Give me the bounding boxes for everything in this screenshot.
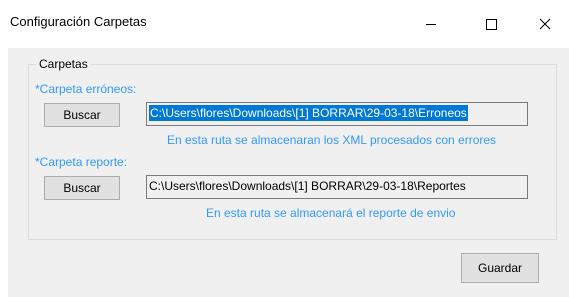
errors-path-field[interactable]: C:\Users\flores\Downloads\[1] BORRAR\29-… bbox=[146, 102, 528, 126]
save-button[interactable]: Guardar bbox=[461, 253, 539, 283]
report-browse-button[interactable]: Buscar bbox=[44, 176, 120, 200]
groupbox-legend: Carpetas bbox=[36, 57, 91, 71]
errors-folder-label: *Carpeta erróneos: bbox=[35, 82, 137, 96]
minimize-icon bbox=[426, 24, 436, 25]
minimize-button[interactable] bbox=[408, 0, 454, 48]
client-area: Carpetas *Carpeta erróneos: Buscar C:\Us… bbox=[8, 48, 569, 297]
title-bar[interactable]: Configuración Carpetas bbox=[0, 0, 569, 48]
report-folder-label: *Carpeta reporte: bbox=[35, 155, 128, 169]
window-title: Configuración Carpetas bbox=[10, 14, 147, 29]
folders-groupbox: Carpetas *Carpeta erróneos: Buscar C:\Us… bbox=[28, 57, 557, 240]
maximize-icon bbox=[486, 19, 497, 30]
close-icon bbox=[539, 18, 551, 30]
errors-browse-button[interactable]: Buscar bbox=[44, 103, 120, 127]
report-hint: En esta ruta se almacenará el reporte de… bbox=[206, 206, 456, 220]
close-button[interactable] bbox=[522, 0, 568, 48]
errors-path-text: C:\Users\flores\Downloads\[1] BORRAR\29-… bbox=[149, 105, 468, 121]
report-path-field[interactable]: C:\Users\flores\Downloads\[1] BORRAR\29-… bbox=[146, 175, 528, 199]
maximize-button[interactable] bbox=[468, 0, 514, 48]
report-path-text: C:\Users\flores\Downloads\[1] BORRAR\29-… bbox=[149, 179, 466, 193]
config-window: Configuración Carpetas Carpetas *Carpeta… bbox=[0, 0, 569, 297]
errors-hint: En esta ruta se almacenaran los XML proc… bbox=[167, 133, 497, 147]
